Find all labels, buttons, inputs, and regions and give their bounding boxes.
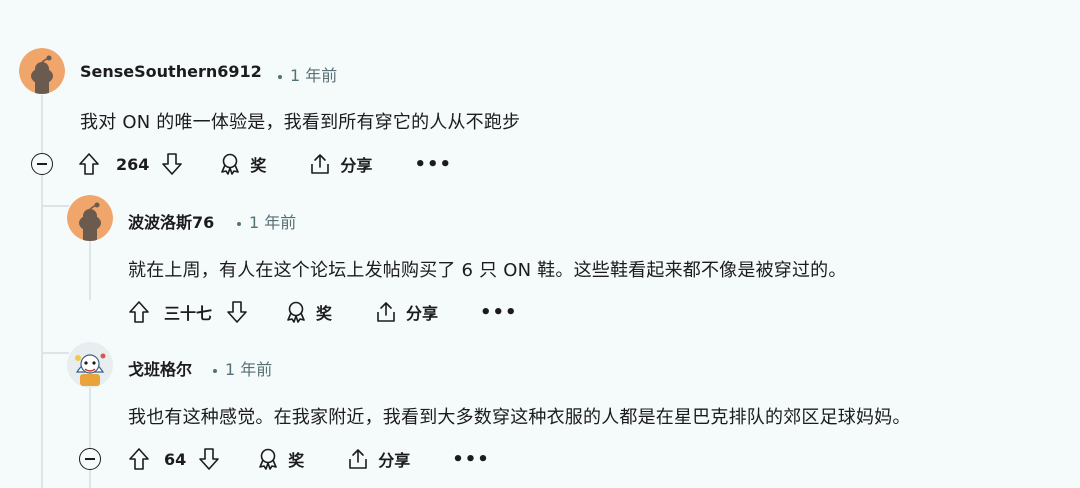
award-button[interactable]: 奖 xyxy=(218,152,266,176)
downvote-icon[interactable] xyxy=(198,447,220,471)
snoo-avatar-icon xyxy=(19,48,65,94)
share-icon xyxy=(377,302,395,322)
share-button[interactable]: 分享 xyxy=(346,447,410,471)
comment-timestamp: 1 年前 xyxy=(237,209,296,233)
share-icon xyxy=(311,154,330,174)
thread-connector-reply-2 xyxy=(41,352,69,354)
share-label: 分享 xyxy=(378,451,411,470)
award-button[interactable]: 奖 xyxy=(256,447,304,471)
thread-connector-reply-1 xyxy=(41,205,69,207)
share-icon xyxy=(349,449,368,469)
avatar[interactable] xyxy=(67,342,113,388)
collapse-thread-button[interactable] xyxy=(31,153,53,175)
share-label: 分享 xyxy=(340,156,373,175)
award-button[interactable]: 奖 xyxy=(284,300,332,324)
upvote-icon[interactable] xyxy=(78,152,100,176)
comment-text: 我对 ON 的唯一体验是，我看到所有穿它的人从不跑步 xyxy=(80,112,521,133)
award-icon xyxy=(221,153,240,175)
vote-count: 三十七 xyxy=(164,304,213,323)
collapse-thread-button[interactable] xyxy=(79,448,101,470)
award-label: 奖 xyxy=(288,451,305,470)
comment-timestamp: 1 年前 xyxy=(213,356,272,380)
award-label: 奖 xyxy=(250,156,267,175)
avatar[interactable] xyxy=(19,48,65,94)
thread-line-reply-2 xyxy=(89,388,91,488)
upvote-icon[interactable] xyxy=(128,447,150,471)
vote-count: 264 xyxy=(116,154,150,174)
share-button[interactable]: 分享 xyxy=(308,152,372,176)
share-label: 分享 xyxy=(406,304,439,323)
comment-text: 就在上周，有人在这个论坛上发帖购买了 6 只 ON 鞋。这些鞋看起来都不像是被穿… xyxy=(128,260,847,281)
comment-author[interactable]: 戈班格尔 xyxy=(128,356,192,380)
comment-author[interactable]: 波波洛斯76 xyxy=(128,209,214,233)
thread-line-reply-1 xyxy=(89,240,91,300)
award-label: 奖 xyxy=(316,304,333,323)
award-icon xyxy=(287,301,305,323)
more-options-button[interactable]: ••• xyxy=(452,449,490,470)
upvote-icon[interactable] xyxy=(128,300,150,324)
comment-author[interactable]: SenseSouthern6912 xyxy=(80,62,262,81)
comment-text: 我也有这种感觉。在我家附近，我看到大多数穿这种衣服的人都是在星巴克排队的郊区足球… xyxy=(128,407,911,428)
more-options-button[interactable]: ••• xyxy=(480,302,518,323)
downvote-icon[interactable] xyxy=(161,152,183,176)
award-icon xyxy=(259,448,278,470)
comment-timestamp: 1 年前 xyxy=(278,62,337,86)
avatar[interactable] xyxy=(67,195,113,241)
more-options-button[interactable]: ••• xyxy=(414,154,452,175)
share-button[interactable]: 分享 xyxy=(374,300,438,324)
downvote-icon[interactable] xyxy=(226,300,248,324)
snoo-avatar-icon xyxy=(67,195,113,241)
custom-avatar-icon xyxy=(67,342,113,388)
vote-count: 64 xyxy=(164,449,187,469)
